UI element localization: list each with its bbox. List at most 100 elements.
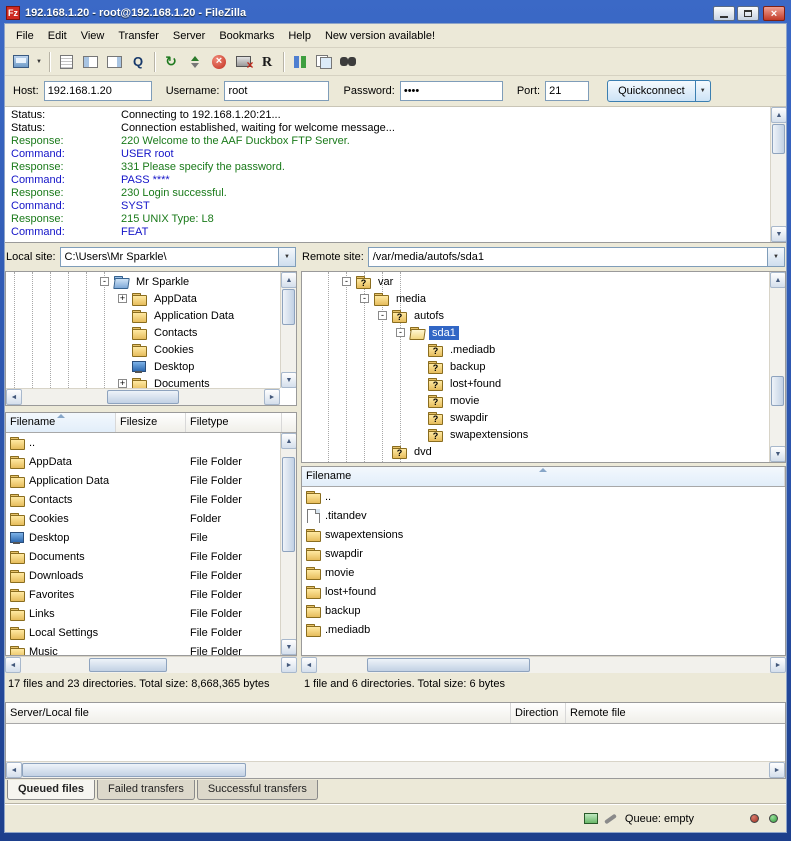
scroll-track[interactable] (22, 762, 769, 778)
remote-file-row[interactable]: swapdir (302, 544, 785, 563)
chevron-down-icon[interactable] (767, 248, 784, 266)
tree-expander-icon[interactable]: + (118, 379, 127, 388)
queue-toggle-button[interactable] (126, 51, 150, 73)
remote-tree-item[interactable]: - autofs (302, 307, 785, 324)
local-site-combo[interactable]: C:\Users\Mr Sparkle\ (60, 247, 296, 267)
remote-list-horizontal-scrollbar[interactable] (301, 656, 786, 673)
scroll-track[interactable] (281, 449, 296, 639)
local-file-row[interactable]: Application Data File Folder (6, 471, 280, 490)
scroll-right-icon[interactable] (264, 389, 280, 405)
maximize-button[interactable] (737, 6, 759, 21)
remote-file-row[interactable]: backup (302, 601, 785, 620)
local-tree-vertical-scrollbar[interactable] (280, 272, 296, 388)
synchronized-browsing-button[interactable] (312, 51, 336, 73)
local-tree-item[interactable]: Cookies (6, 341, 296, 358)
remote-tree-item[interactable]: - sda1 (302, 324, 785, 341)
port-input[interactable] (545, 81, 589, 101)
column-header-server-local-file[interactable]: Server/Local file (6, 703, 511, 723)
cancel-button[interactable] (207, 51, 231, 73)
remote-tree-item[interactable]: swapdir (302, 409, 785, 426)
local-file-row[interactable]: Links File Folder (6, 604, 280, 623)
scroll-right-icon[interactable] (769, 762, 785, 778)
local-file-row[interactable]: Cookies Folder (6, 509, 280, 528)
scroll-left-icon[interactable] (5, 657, 21, 673)
reconnect-button[interactable] (255, 51, 279, 73)
scroll-thumb[interactable] (22, 763, 246, 777)
scroll-right-icon[interactable] (281, 657, 297, 673)
local-file-row[interactable]: Favorites File Folder (6, 585, 280, 604)
remote-tree-item[interactable]: movie (302, 392, 785, 409)
scroll-down-icon[interactable] (771, 226, 786, 242)
column-header-filename[interactable]: Filename (6, 413, 116, 432)
scroll-left-icon[interactable] (301, 657, 317, 673)
local-file-row[interactable]: Contacts File Folder (6, 490, 280, 509)
remote-tree-item[interactable]: backup (302, 358, 785, 375)
scroll-thumb[interactable] (89, 658, 167, 672)
scroll-track[interactable] (770, 288, 785, 446)
scroll-thumb[interactable] (282, 289, 295, 325)
new-version-notice[interactable]: New version available! (318, 27, 442, 45)
refresh-button[interactable] (159, 51, 183, 73)
local-tree-item[interactable]: Contacts (6, 324, 296, 341)
process-queue-button[interactable] (183, 51, 207, 73)
scroll-right-icon[interactable] (770, 657, 786, 673)
local-list-vertical-scrollbar[interactable] (280, 433, 296, 655)
scroll-track[interactable] (21, 657, 281, 673)
scroll-track[interactable] (317, 657, 770, 673)
scroll-down-icon[interactable] (281, 372, 297, 388)
scroll-track[interactable] (22, 389, 264, 405)
menu-item[interactable]: View (74, 27, 112, 45)
local-file-row[interactable]: Music File Folder (6, 642, 280, 655)
tree-expander-icon[interactable]: - (100, 277, 109, 286)
remote-tree-item[interactable]: swapextensions (302, 426, 785, 443)
remote-tree-item[interactable]: .mediadb (302, 341, 785, 358)
titlebar[interactable]: Fz 192.168.1.20 - root@192.168.1.20 - Fi… (4, 3, 787, 23)
local-file-row[interactable]: Local Settings File Folder (6, 623, 280, 642)
remote-site-combo[interactable]: /var/media/autofs/sda1 (368, 247, 785, 267)
remote-file-row[interactable]: .. (302, 487, 785, 506)
username-input[interactable] (224, 81, 329, 101)
menu-item[interactable]: File (9, 27, 41, 45)
scroll-up-icon[interactable] (281, 272, 297, 288)
tree-expander-icon[interactable]: - (396, 328, 405, 337)
column-header-filename[interactable]: Filename (302, 467, 785, 486)
local-file-row[interactable]: Downloads File Folder (6, 566, 280, 585)
find-files-button[interactable] (336, 51, 360, 73)
message-log-toggle-button[interactable] (54, 51, 78, 73)
tree-expander-icon[interactable]: - (360, 294, 369, 303)
tree-expander-icon[interactable]: + (118, 294, 127, 303)
scroll-thumb[interactable] (771, 376, 784, 406)
menu-item[interactable]: Help (281, 27, 318, 45)
host-input[interactable] (44, 81, 152, 101)
queue-tab[interactable]: Failed transfers (97, 780, 195, 800)
scroll-thumb[interactable] (107, 390, 180, 404)
local-file-row[interactable]: .. (6, 433, 280, 452)
column-header-direction[interactable]: Direction (511, 703, 566, 723)
menu-item[interactable]: Server (166, 27, 212, 45)
column-header-filetype[interactable]: Filetype (186, 413, 282, 432)
remote-file-row[interactable]: .titandev (302, 506, 785, 525)
site-manager-dropdown-button[interactable] (33, 51, 45, 73)
menu-item[interactable]: Transfer (111, 27, 166, 45)
remote-tree-item[interactable]: dvd (302, 443, 785, 460)
queue-body[interactable] (6, 724, 785, 761)
scroll-down-icon[interactable] (770, 446, 786, 462)
scroll-thumb[interactable] (282, 457, 295, 552)
column-header-remote-file[interactable]: Remote file (566, 703, 785, 723)
scroll-up-icon[interactable] (281, 433, 297, 449)
remote-file-row[interactable]: lost+found (302, 582, 785, 601)
scroll-left-icon[interactable] (6, 389, 22, 405)
log-scroll-track[interactable] (771, 123, 786, 226)
site-manager-button[interactable] (9, 51, 33, 73)
scroll-up-icon[interactable] (771, 107, 786, 123)
scroll-down-icon[interactable] (281, 639, 297, 655)
remote-tree-item[interactable]: - media (302, 290, 785, 307)
remote-tree-item[interactable]: - var (302, 273, 785, 290)
tree-expander-icon[interactable]: - (342, 277, 351, 286)
remote-tree-toggle-button[interactable] (102, 51, 126, 73)
menu-item[interactable]: Edit (41, 27, 74, 45)
queue-tab[interactable]: Successful transfers (197, 780, 318, 800)
remote-file-row[interactable]: .mediadb (302, 620, 785, 639)
quickconnect-button[interactable]: Quickconnect (607, 80, 696, 102)
log-vertical-scrollbar[interactable] (770, 107, 786, 242)
